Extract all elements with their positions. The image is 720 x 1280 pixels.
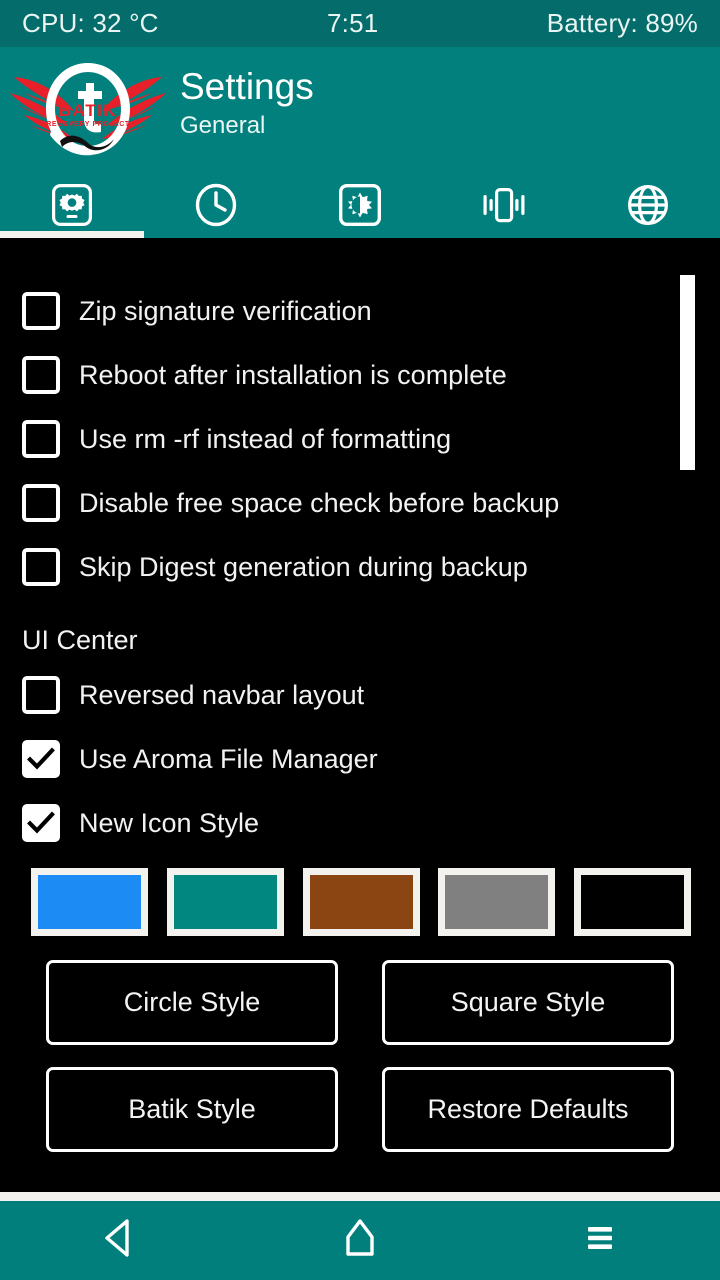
checkbox-unchecked-icon[interactable] (22, 292, 60, 330)
checkbox-unchecked-icon[interactable] (22, 548, 60, 586)
cpu-temperature-text: CPU: 32 °C (22, 8, 159, 39)
checkbox-unchecked-icon[interactable] (22, 484, 60, 522)
menu-icon (580, 1216, 620, 1265)
page-title: Settings (180, 65, 314, 109)
style-button-row-1: Circle Style Square Style (46, 960, 674, 1045)
twrp-settings-screen: CPU: 32 °C 7:51 Battery: 89% BATIK (0, 0, 720, 1280)
checkbox-checked-icon[interactable] (22, 804, 60, 842)
checkbox-row-new-icon-style[interactable]: New Icon Style (22, 802, 259, 844)
scrollbar-thumb[interactable] (680, 275, 695, 470)
checkbox-row-disable-free-space-check[interactable]: Disable free space check before backup (22, 482, 559, 524)
swatch-gray-fill (445, 875, 548, 929)
logo-wordmark: BATIK (59, 101, 117, 120)
clock-icon (195, 183, 237, 227)
checkbox-row-skip-digest-generation[interactable]: Skip Digest generation during backup (22, 546, 528, 588)
checkbox-label: Use rm -rf instead of formatting (79, 424, 451, 455)
theme-color-swatch-row (31, 868, 691, 936)
tab-general[interactable] (0, 172, 144, 238)
settings-content: Zip signature verification Reboot after … (0, 238, 720, 1192)
circle-style-button[interactable]: Circle Style (46, 960, 338, 1045)
nav-menu-button[interactable] (480, 1201, 720, 1280)
square-style-button[interactable]: Square Style (382, 960, 674, 1045)
checkbox-row-reversed-navbar-layout[interactable]: Reversed navbar layout (22, 674, 364, 716)
checkbox-label: Reversed navbar layout (79, 680, 364, 711)
swatch-brown-fill (310, 875, 413, 929)
swatch-blue[interactable] (31, 868, 148, 936)
checkbox-unchecked-icon[interactable] (22, 356, 60, 394)
batik-style-button[interactable]: Batik Style (46, 1067, 338, 1152)
swatch-gray[interactable] (438, 868, 555, 936)
checkbox-label: Disable free space check before backup (79, 488, 559, 519)
style-button-row-2: Batik Style Restore Defaults (46, 1067, 674, 1152)
brightness-icon (339, 184, 381, 226)
checkbox-row-use-rm-rf[interactable]: Use rm -rf instead of formatting (22, 418, 451, 460)
checkbox-row-use-aroma-file-manager[interactable]: Use Aroma File Manager (22, 738, 378, 780)
page-subtitle: General (180, 111, 314, 141)
active-tab-indicator (0, 231, 144, 238)
tab-time[interactable] (144, 172, 288, 238)
checkbox-row-zip-signature-verification[interactable]: Zip signature verification (22, 290, 372, 332)
swatch-black-fill (581, 875, 684, 929)
tab-vibration[interactable] (432, 172, 576, 238)
status-bar: CPU: 32 °C 7:51 Battery: 89% (0, 0, 720, 47)
swatch-brown[interactable] (303, 868, 420, 936)
header-text-block: Settings General (180, 65, 314, 141)
checkbox-label: New Icon Style (79, 808, 259, 839)
tab-language[interactable] (576, 172, 720, 238)
checkbox-label: Use Aroma File Manager (79, 744, 378, 775)
swatch-black[interactable] (574, 868, 691, 936)
back-triangle-icon (100, 1216, 140, 1265)
checkbox-label: Zip signature verification (79, 296, 372, 327)
logo-tagline: RECOVERY PROJECT (46, 121, 130, 128)
swatch-teal-fill (174, 875, 277, 929)
checkbox-label: Reboot after installation is complete (79, 360, 507, 391)
settings-tab-bar (0, 172, 720, 238)
tab-screen[interactable] (288, 172, 432, 238)
checkbox-label: Skip Digest generation during backup (79, 552, 528, 583)
checkbox-unchecked-icon[interactable] (22, 676, 60, 714)
checkbox-checked-icon[interactable] (22, 740, 60, 778)
nav-back-button[interactable] (0, 1201, 240, 1280)
home-icon (340, 1216, 380, 1265)
clock-text: 7:51 (159, 8, 547, 39)
style-button-grid: Circle Style Square Style Batik Style Re… (46, 960, 674, 1174)
globe-icon (626, 183, 670, 227)
batik-recovery-project-logo: BATIK RECOVERY PROJECT (8, 53, 168, 165)
nav-home-button[interactable] (240, 1201, 480, 1280)
content-navbar-separator (0, 1192, 720, 1201)
swatch-blue-fill (38, 875, 141, 929)
checkbox-unchecked-icon[interactable] (22, 420, 60, 458)
restore-defaults-button[interactable]: Restore Defaults (382, 1067, 674, 1152)
app-header: BATIK RECOVERY PROJECT Settings General (0, 47, 720, 172)
gear-icon (52, 184, 92, 226)
bottom-navigation-bar (0, 1201, 720, 1280)
vibrate-icon (479, 183, 529, 227)
swatch-teal[interactable] (167, 868, 284, 936)
checkbox-row-reboot-after-installation[interactable]: Reboot after installation is complete (22, 354, 507, 396)
battery-text: Battery: 89% (547, 8, 698, 39)
section-heading-ui-center: UI Center (22, 625, 138, 656)
